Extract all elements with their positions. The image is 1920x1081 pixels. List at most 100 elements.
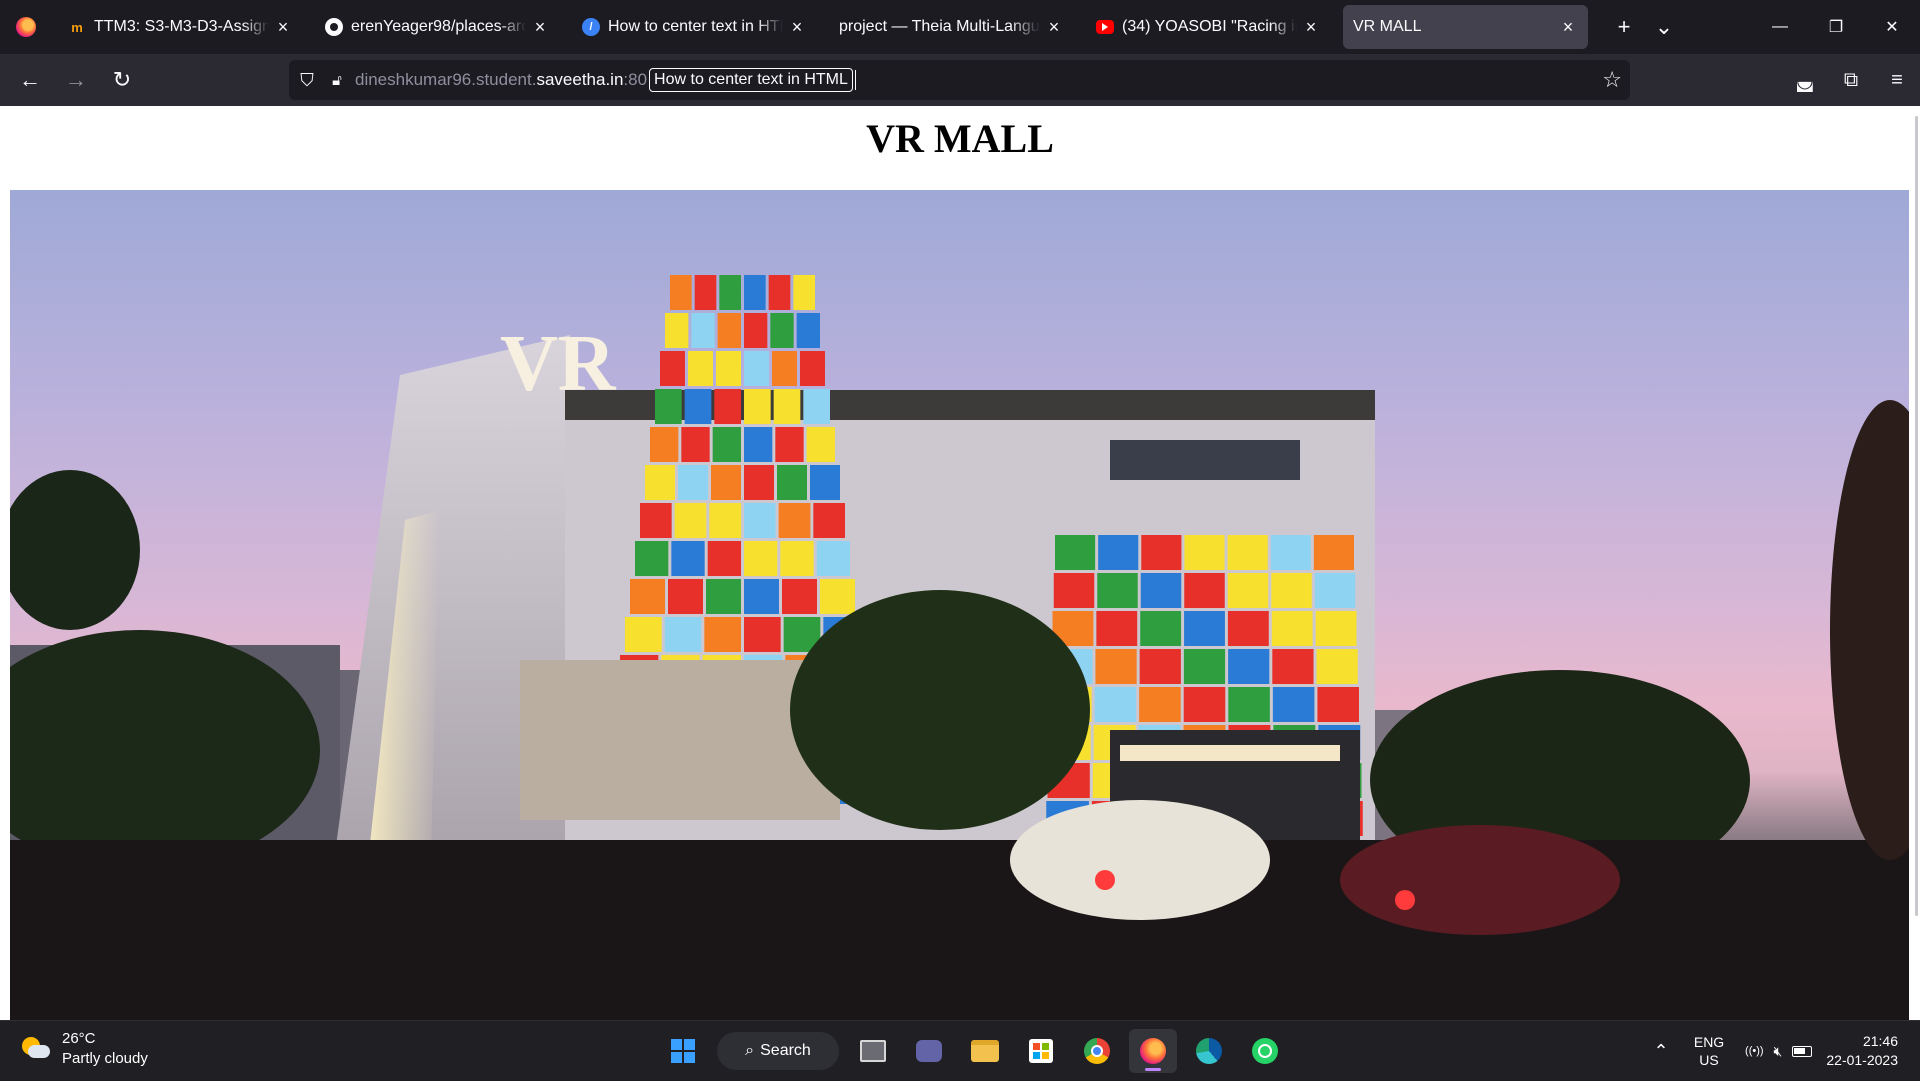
- cube-tile: [744, 389, 771, 424]
- navigation-toolbar: ← → ↻ ⛉ 🔓︎ dineshkumar96.student.saveeth…: [0, 54, 1920, 106]
- cube-tile: [744, 275, 766, 310]
- new-tab-button[interactable]: +: [1604, 7, 1644, 47]
- close-icon[interactable]: ×: [1301, 17, 1321, 37]
- address-bar[interactable]: ⛉ 🔓︎ dineshkumar96.student.saveetha.in:8…: [289, 60, 1630, 100]
- insecure-lock-icon[interactable]: 🔓︎: [325, 72, 349, 89]
- extensions-icon[interactable]: ⧉: [1828, 60, 1874, 100]
- reload-button[interactable]: ↻: [100, 60, 144, 100]
- cube-tile: [1097, 573, 1138, 608]
- cube-tile: [717, 313, 741, 348]
- tab-vr-mall[interactable]: VR MALL ×: [1343, 5, 1588, 49]
- cube-tile: [744, 465, 774, 500]
- weather-condition: Partly cloudy: [62, 1050, 148, 1067]
- tab-github-places[interactable]: erenYeager98/places-around ×: [315, 5, 560, 49]
- close-icon[interactable]: ×: [1558, 17, 1578, 37]
- firefox-view-button[interactable]: [0, 0, 52, 54]
- task-view-icon: [860, 1040, 886, 1062]
- search-label: Search: [760, 1042, 811, 1059]
- cube-tile: [1096, 611, 1138, 646]
- taskbar-search-button[interactable]: ⌕ Search: [717, 1032, 839, 1070]
- cube-tile: [1184, 573, 1225, 608]
- cube-tile: [806, 427, 835, 462]
- url-text[interactable]: dineshkumar96.student.saveetha.in:80: [355, 70, 647, 90]
- person-silhouette: [1830, 400, 1909, 860]
- chrome-button[interactable]: [1073, 1029, 1121, 1073]
- page-title: VR MALL: [866, 116, 1054, 161]
- back-button[interactable]: ←: [8, 60, 52, 100]
- clock[interactable]: 21:46 22-01-2023: [1826, 1032, 1920, 1070]
- cube-tile: [778, 503, 811, 538]
- cube-tile: [1316, 649, 1358, 684]
- close-icon[interactable]: ×: [1044, 17, 1064, 37]
- ttm-icon: m: [71, 19, 83, 35]
- vr-mall-photo: VR: [10, 190, 1909, 1020]
- microsoft-store-button[interactable]: [1017, 1029, 1065, 1073]
- cube-tile: [1270, 535, 1311, 570]
- cube-tile: [1271, 573, 1312, 608]
- cube-tile: [625, 617, 662, 652]
- tab-title: project — Theia Multi-Language: [839, 18, 1040, 35]
- start-button[interactable]: [659, 1029, 707, 1073]
- cube-tile: [744, 313, 768, 348]
- cube-tile: [674, 503, 707, 538]
- file-explorer-button[interactable]: [961, 1029, 1009, 1073]
- cube-tile: [1271, 611, 1313, 646]
- cube-tile: [813, 503, 845, 538]
- cube-tile: [645, 465, 675, 500]
- cube-tile: [706, 579, 741, 614]
- minimize-button[interactable]: —: [1752, 0, 1808, 54]
- tab-center-text-html[interactable]: / How to center text in HTML ×: [572, 5, 817, 49]
- quick-settings-button[interactable]: ((•)) 🔇︎: [1737, 1043, 1826, 1060]
- cube-tile: [744, 351, 769, 386]
- cube-tile: [1055, 535, 1096, 570]
- task-view-button[interactable]: [849, 1029, 897, 1073]
- restore-button[interactable]: ❐: [1808, 0, 1864, 54]
- cube-tile: [716, 351, 741, 386]
- url-selected-text[interactable]: How to center text in HTML: [649, 68, 853, 92]
- teams-chat-button[interactable]: [905, 1029, 953, 1073]
- tab-youtube-yoasobi[interactable]: (34) YOASOBI "Racing into the ×: [1086, 5, 1331, 49]
- teams-icon: [916, 1040, 942, 1062]
- cube-tile: [803, 389, 830, 424]
- close-icon[interactable]: ×: [787, 17, 807, 37]
- tracking-protection-shield-icon[interactable]: ⛉: [289, 70, 325, 91]
- cube-tile: [744, 541, 778, 576]
- cube-tile: [1141, 535, 1182, 570]
- crowd-foreground: [10, 840, 1909, 1020]
- tab-theia-project[interactable]: project — Theia Multi-Language ×: [829, 5, 1074, 49]
- close-icon[interactable]: ×: [273, 17, 293, 37]
- youtube-icon: [1096, 20, 1114, 34]
- cube-tile: [775, 427, 804, 462]
- whatsapp-button[interactable]: [1241, 1029, 1289, 1073]
- firefox-taskbar-button[interactable]: [1129, 1029, 1177, 1073]
- cube-tile: [796, 313, 820, 348]
- close-icon[interactable]: ×: [530, 17, 550, 37]
- tab-title: How to center text in HTML: [608, 18, 783, 35]
- tab-title: erenYeager98/places-around: [351, 18, 526, 35]
- show-hidden-icons-chevron-icon[interactable]: ⌃: [1641, 1041, 1681, 1062]
- edge-button[interactable]: [1185, 1029, 1233, 1073]
- app-menu-icon[interactable]: ≡: [1874, 60, 1920, 100]
- list-all-tabs-button[interactable]: ⌄: [1644, 7, 1684, 47]
- cube-tile: [714, 389, 741, 424]
- forward-button[interactable]: →: [54, 60, 98, 100]
- cube-tile: [1184, 535, 1225, 570]
- cube-tile: [668, 579, 703, 614]
- tab-ttm3-assignment[interactable]: m TTM3: S3-M3-D3-Assignment ×: [58, 5, 303, 49]
- bookmark-star-icon[interactable]: ☆: [1602, 60, 1622, 100]
- cube-tile: [688, 351, 713, 386]
- cube-tile: [670, 275, 692, 310]
- vertical-scrollbar[interactable]: [1910, 106, 1920, 1020]
- pocket-icon[interactable]: ◛: [1782, 60, 1828, 100]
- cube-tile: [1183, 687, 1226, 722]
- cube-tile: [793, 275, 815, 310]
- cube-tile: [1184, 611, 1225, 646]
- weather-widget[interactable]: 26°C Partly cloudy: [20, 1029, 148, 1069]
- cube-tile: [655, 389, 682, 424]
- cube-tile: [640, 503, 672, 538]
- close-window-button[interactable]: ✕: [1864, 0, 1920, 54]
- tail-light: [1395, 890, 1415, 910]
- input-language-indicator[interactable]: ENG US: [1681, 1033, 1737, 1069]
- cube-tile: [1140, 573, 1182, 608]
- scrollbar-thumb[interactable]: [1915, 116, 1918, 916]
